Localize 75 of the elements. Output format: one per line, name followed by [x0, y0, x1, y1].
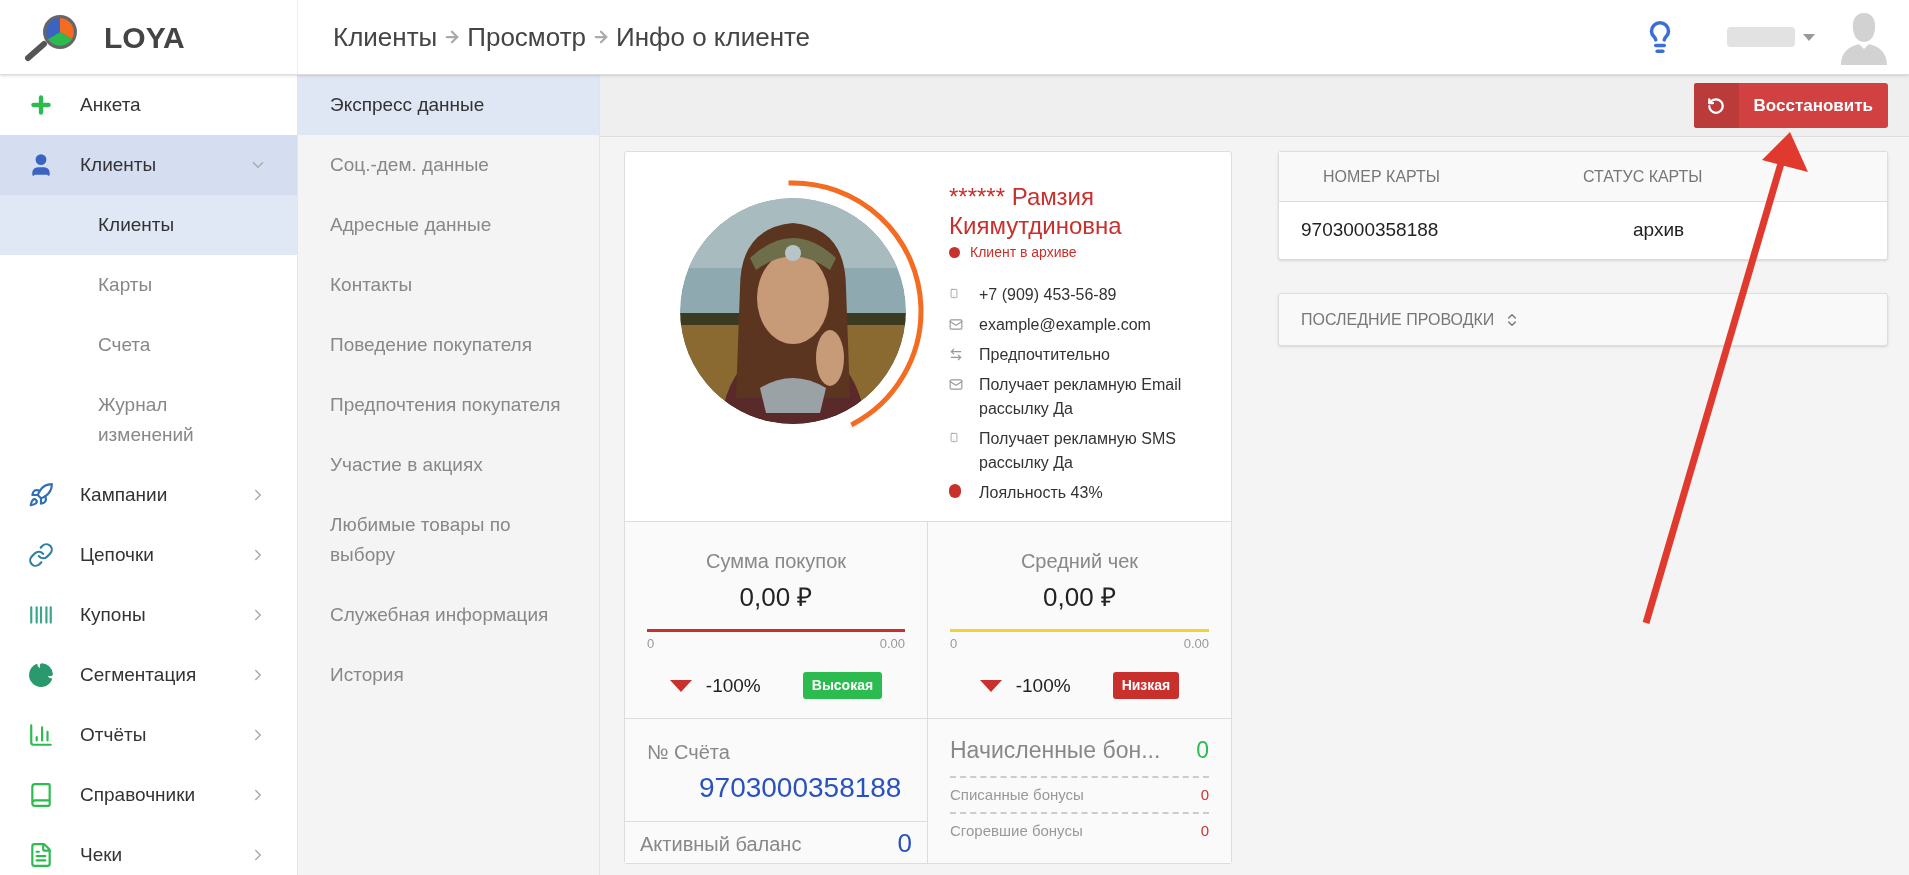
- bonus-value: 0: [1200, 821, 1209, 841]
- sidebar-item[interactable]: Журнал изменений: [0, 375, 297, 465]
- client-name: ****** Рамзия Киямутдиновна: [949, 182, 1123, 240]
- sidebar-item[interactable]: Кампании: [0, 465, 297, 525]
- account-label: № Счёта: [647, 740, 731, 765]
- contact-text: Лояльность 43%: [979, 483, 1103, 503]
- table-cell-text: архив: [1632, 218, 1686, 243]
- sidebar-item[interactable]: Клиенты: [0, 195, 297, 255]
- down-triangle-icon: [669, 679, 692, 692]
- sidebar-item[interactable]: Чеки: [0, 825, 297, 875]
- link-icon: [28, 542, 54, 568]
- stat-title: Сумма покупок: [706, 549, 846, 574]
- down-triangle-icon: [979, 679, 1002, 692]
- mail-icon: [949, 316, 963, 333]
- contact-text: example@example.com: [979, 315, 1151, 335]
- phone-icon: [949, 286, 959, 301]
- restore-button[interactable]: Восстановить: [1693, 83, 1888, 128]
- sidebar-item[interactable]: Счета: [0, 315, 297, 375]
- arrow-right-icon: [592, 28, 610, 46]
- rating-badge: Высокая: [802, 672, 883, 700]
- bonus-label: Списанные бонусы: [950, 784, 1084, 805]
- section-tab[interactable]: Экспресс данные: [298, 75, 599, 135]
- stat-change: -100%: [1015, 673, 1071, 698]
- bonus-label: Сгоревшие бонусы: [950, 821, 1083, 841]
- scale-min: 0: [950, 635, 958, 653]
- breadcrumb-item[interactable]: Просмотр: [467, 17, 586, 57]
- scale-max: 0.00: [1183, 635, 1209, 653]
- section-tab[interactable]: Служебная информация: [298, 585, 599, 645]
- pie-chart-icon: [28, 662, 54, 688]
- scale-max: 0.00: [879, 635, 905, 653]
- column-header: НОМЕР КАРТЫ: [1322, 166, 1441, 187]
- breadcrumb-item: Инфо о клиенте: [616, 20, 811, 54]
- stat-value: 0,00 ₽: [739, 581, 813, 614]
- logo-text: LOYA: [104, 19, 185, 56]
- stat-change: -100%: [705, 673, 761, 698]
- column-header: СТАТУС КАРТЫ: [1583, 166, 1704, 187]
- stat-title: Средний чек: [1020, 549, 1139, 574]
- restore-icon: [1707, 96, 1726, 115]
- book-icon: [28, 782, 54, 808]
- breadcrumb-item[interactable]: Клиенты: [333, 17, 438, 57]
- mail-icon: [949, 376, 963, 393]
- sidebar-item[interactable]: Справочники: [0, 765, 297, 825]
- phone-icon: [949, 430, 959, 445]
- transactions-title[interactable]: ПОСЛЕДНИЕ ПРОВОДКИ: [1301, 307, 1495, 332]
- section-tab[interactable]: Любимые товары по выбору: [298, 495, 599, 585]
- document-icon: [28, 842, 54, 868]
- sidebar-item[interactable]: Клиенты: [0, 135, 297, 195]
- sidebar-item[interactable]: Купоны: [0, 585, 297, 645]
- sidebar-item[interactable]: Цепочки: [0, 525, 297, 585]
- rating-badge: Низкая: [1112, 672, 1180, 700]
- sidebar-item[interactable]: Анкета: [0, 75, 297, 135]
- contact-text: +7 (909) 453-56-89: [979, 285, 1117, 305]
- bonus-value: 0: [1200, 784, 1209, 805]
- bonus-label: Начисленные бон...: [950, 736, 1161, 765]
- table-cell-text: 9703000358188: [1300, 218, 1440, 243]
- caret-icon: [1803, 33, 1815, 41]
- sidebar-item[interactable]: Сегментация: [0, 645, 297, 705]
- scale-min: 0: [647, 635, 655, 653]
- rocket-icon: [28, 482, 54, 508]
- sidebar-item[interactable]: Отчёты: [0, 705, 297, 765]
- exchange-icon: [949, 346, 963, 363]
- balance-value: 0: [897, 827, 912, 860]
- blurred-username: [1727, 27, 1795, 47]
- contact-text: Получает рекламную Email рассылку Да: [979, 375, 1183, 419]
- user-menu[interactable]: [1727, 27, 1815, 47]
- balance-label: Активный баланс: [640, 831, 802, 857]
- client-status: Клиент в архиве: [970, 243, 1077, 262]
- stat-value: 0,00 ₽: [1043, 581, 1116, 614]
- sidebar-item[interactable]: Карты: [0, 255, 297, 315]
- plus-icon: [28, 92, 54, 118]
- bonus-value: 0: [1196, 736, 1209, 765]
- contact-text: Получает рекламную SMS рассылку Да: [979, 429, 1177, 473]
- account-number[interactable]: 9703000358188: [647, 767, 905, 809]
- bar-chart-icon: [28, 722, 54, 748]
- contact-text: Предпочтительно: [979, 345, 1110, 365]
